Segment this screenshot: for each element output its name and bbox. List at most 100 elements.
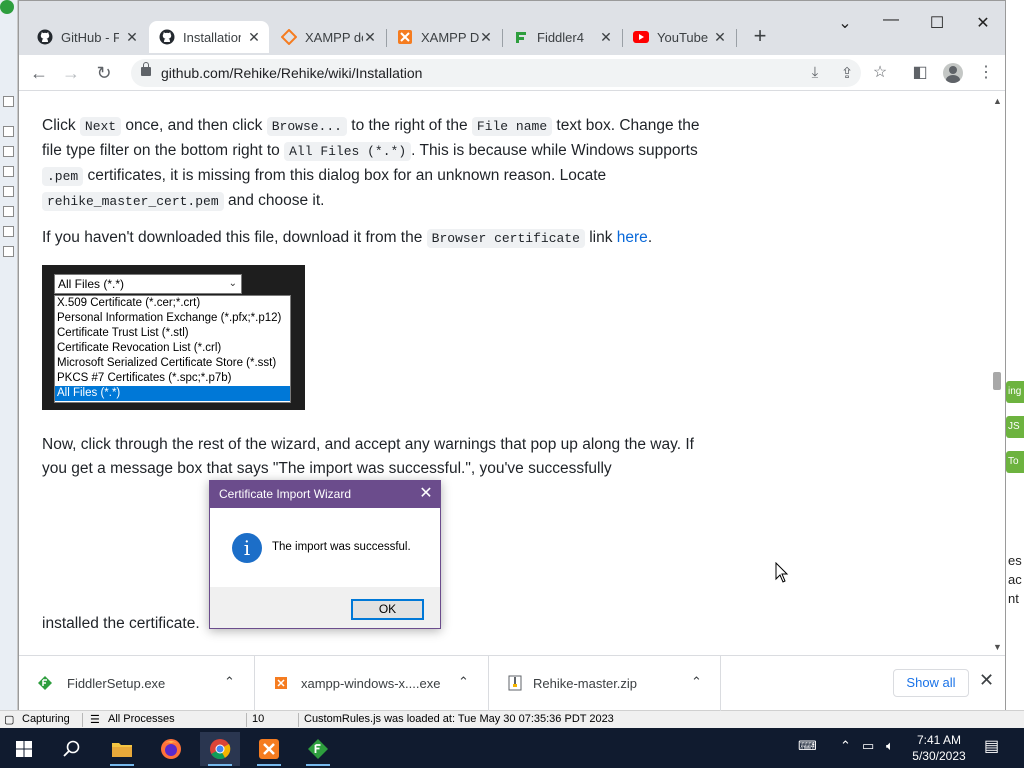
search-icon[interactable] (52, 732, 92, 766)
ok-button[interactable]: OK (351, 599, 424, 620)
tab-label: Fiddler4 (537, 29, 584, 45)
code-cert-file: rehike_master_cert.pem (42, 192, 224, 211)
keyboard-icon[interactable]: ⌨ (798, 738, 817, 754)
info-icon: i (232, 533, 262, 563)
volume-icon[interactable]: 🔈︎ (886, 738, 894, 754)
address-bar[interactable]: github.com/Rehike/Rehike/wiki/Installati… (131, 59, 861, 87)
close-icon[interactable]: ✕ (479, 30, 493, 44)
list-item-selected: All Files (*.*) (55, 386, 290, 401)
close-download-bar-icon[interactable]: ✕ (979, 670, 994, 691)
notification-icon[interactable]: ▤ (984, 736, 999, 756)
chevron-up-icon[interactable]: ⌃ (224, 674, 235, 690)
close-icon[interactable]: ✕ (125, 30, 139, 44)
forward-arrow-icon[interactable]: → (59, 61, 83, 85)
share-icon[interactable]: ⇪ (837, 64, 857, 82)
page-content: Click Next once, and then click Browse..… (19, 92, 989, 654)
windows-start-icon[interactable] (4, 732, 44, 766)
download-item[interactable]: FiddlerSetup.exe ⌃ (19, 656, 255, 711)
xampp-diamond-icon (281, 29, 297, 45)
here-link[interactable]: here (617, 229, 648, 246)
session-icon[interactable] (3, 126, 14, 137)
maximize-icon[interactable]: ☐ (927, 13, 947, 33)
download-item[interactable]: Rehike-master.zip ⌃ (489, 656, 721, 711)
show-all-button[interactable]: Show all (893, 669, 969, 697)
session-icon[interactable] (3, 96, 14, 107)
bookmark-star-icon[interactable]: ☆ (869, 62, 891, 84)
tab-installation[interactable]: Installation ✕ (149, 21, 269, 53)
session-icon[interactable] (3, 226, 14, 237)
download-paragraph: If you haven't downloaded this file, dow… (42, 229, 653, 248)
menu-kebab-icon[interactable]: ⋮ (975, 62, 997, 84)
tab-fiddler[interactable]: Fiddler4 ✕ (503, 21, 621, 53)
firefox-icon[interactable] (151, 732, 191, 766)
github-icon (159, 29, 175, 45)
lock-icon[interactable] (141, 62, 151, 76)
tab-xampp-download[interactable]: XAMPP Do ✕ (387, 21, 501, 53)
close-icon[interactable]: ✕ (713, 30, 727, 44)
download-item[interactable]: xampp-windows-x....exe ⌃ (255, 656, 489, 711)
close-icon[interactable]: ✕ (418, 481, 434, 507)
new-tab-plus-icon[interactable]: + (749, 25, 771, 47)
dialog-footer: OK (210, 587, 440, 628)
fiddler-icon (513, 29, 529, 45)
fiddler-logo-icon (0, 0, 14, 14)
side-panel-icon[interactable]: ◧ (909, 62, 931, 84)
scroll-thumb[interactable] (993, 372, 1001, 390)
tab-github[interactable]: GitHub - F ✕ (27, 21, 147, 53)
process-filter-icon: ☰ (90, 714, 100, 726)
fiddler-taskbar-icon[interactable] (298, 732, 338, 766)
tab-label: XAMPP do (305, 29, 363, 45)
close-icon[interactable]: ✕ (599, 30, 613, 44)
chevron-up-icon[interactable]: ⌃ (458, 674, 469, 690)
tab-youtube[interactable]: YouTube ✕ (623, 21, 735, 53)
list-item: Certificate Trust List (*.stl) (57, 327, 189, 339)
code-all-files: All Files (*.*) (284, 142, 412, 161)
minimize-icon[interactable]: — (881, 11, 901, 29)
install-app-icon[interactable]: ⤓ (805, 64, 825, 81)
scroll-down-icon[interactable]: ▼ (993, 642, 1002, 652)
fiddler-tab[interactable]: JS (1006, 416, 1024, 438)
session-icon[interactable] (3, 206, 14, 217)
capture-indicator-icon[interactable]: ▢ (4, 713, 14, 726)
url-text[interactable]: github.com/Rehike/Rehike/wiki/Installati… (161, 65, 422, 81)
xampp-icon (397, 29, 413, 45)
fiddler-status-bar: ▢ Capturing ☰ All Processes 10 CustomRul… (0, 710, 1024, 728)
tab-label: XAMPP Do (421, 29, 479, 45)
list-item: Microsoft Serialized Certificate Store (… (57, 357, 277, 369)
chrome-icon[interactable] (200, 732, 240, 766)
close-icon[interactable]: ✕ (363, 30, 377, 44)
fiddler-side-text: nt (1008, 591, 1019, 606)
chevron-up-icon[interactable]: ⌃ (691, 674, 702, 690)
clock-date: 5/30/2023 (912, 749, 966, 763)
file-explorer-icon[interactable] (102, 732, 142, 766)
code-file-name: File name (471, 117, 553, 136)
session-icon[interactable] (3, 166, 14, 177)
vertical-scrollbar[interactable]: ▲ ▼ (989, 92, 1005, 654)
system-clock[interactable]: 7:41 AM 5/30/2023 (904, 732, 974, 764)
fiddler-tab[interactable]: ing (1006, 381, 1024, 403)
tab-xampp-docs[interactable]: XAMPP do ✕ (271, 21, 385, 53)
session-icon[interactable] (3, 186, 14, 197)
close-window-icon[interactable]: ✕ (973, 13, 993, 33)
chevron-up-icon[interactable]: ⌃ (840, 738, 851, 754)
wizard-paragraph: Now, click through the rest of the wizar… (42, 436, 694, 477)
capturing-status[interactable]: Capturing (22, 713, 70, 725)
fiddler-tab[interactable]: To (1006, 451, 1024, 473)
process-filter[interactable]: All Processes (108, 713, 175, 725)
tab-label: GitHub - F (61, 29, 119, 45)
code-browse: Browse... (266, 117, 347, 136)
scroll-up-icon[interactable]: ▲ (993, 96, 1002, 106)
back-arrow-icon[interactable]: ← (27, 61, 51, 85)
youtube-icon (633, 29, 649, 45)
xampp-taskbar-icon[interactable] (249, 732, 289, 766)
file-type-options: X.509 Certificate (*.cer;*.crt) Personal… (54, 295, 291, 403)
download-filename: FiddlerSetup.exe (67, 676, 166, 691)
session-icon[interactable] (3, 246, 14, 257)
code-next: Next (79, 117, 122, 136)
reload-icon[interactable]: ↻ (92, 61, 116, 85)
network-icon[interactable]: ▭ (862, 738, 874, 754)
profile-avatar-icon[interactable] (943, 63, 963, 83)
session-icon[interactable] (3, 146, 14, 157)
close-icon[interactable]: ✕ (247, 30, 261, 44)
tab-search-chevron-icon[interactable]: ⌄ (835, 13, 855, 33)
